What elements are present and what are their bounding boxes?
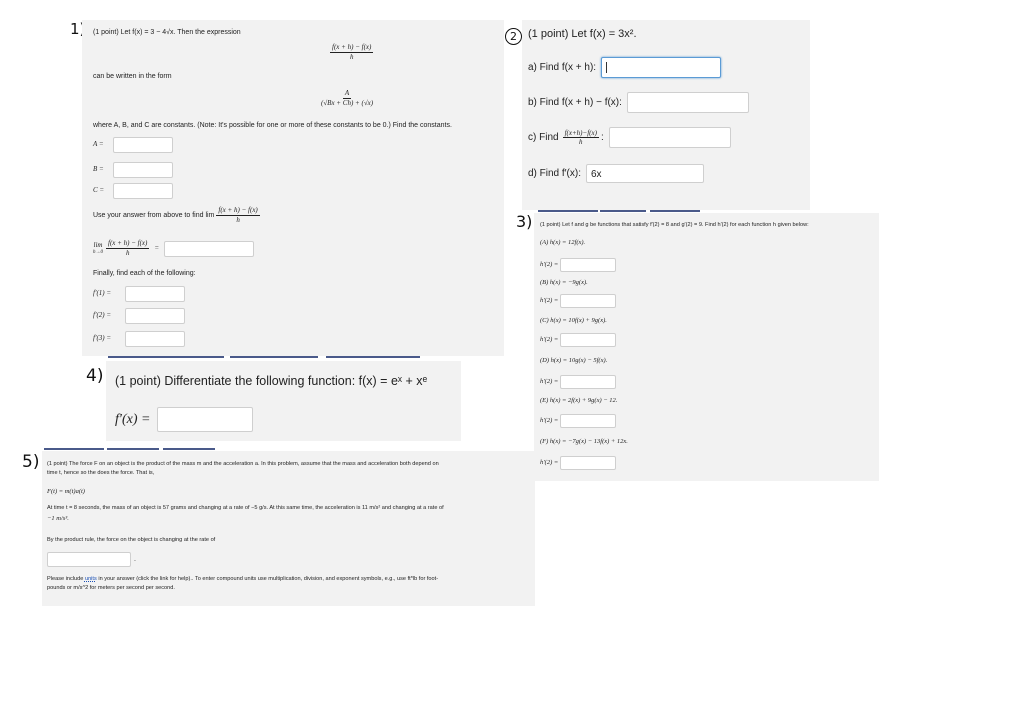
p1-f2-input[interactable] — [125, 308, 185, 324]
p1-use-answer: Use your answer from above to find lim — [93, 212, 215, 220]
p1-lim-eq: = — [154, 244, 160, 253]
p1-expression: f(x + h) − f(x) h — [330, 43, 374, 62]
p1-intro: (1 point) Let f(x) = 3 − 4√x. Then the e… — [93, 29, 241, 36]
p4-ans-input[interactable] — [157, 407, 254, 432]
p1-expr-den: h — [349, 53, 354, 62]
p1-f3-label: f′(3) = — [93, 334, 112, 343]
p3-ans-f-input[interactable] — [560, 456, 616, 470]
p1-tab-1[interactable] — [108, 356, 224, 358]
p1-use-frac: f(x + h) − f(x) h — [216, 206, 260, 225]
p3-ans-c-label: h′(2) = — [540, 335, 559, 343]
p2-c-colon: : — [600, 132, 604, 143]
p1-use-num: f(x + h) − f(x) — [216, 206, 260, 217]
p3-ans-b-label: h′(2) = — [540, 296, 559, 304]
p2-intro: (1 point) Let f(x) = 3x². — [528, 28, 637, 40]
p2-c-num: f(x+h)−f(x) — [562, 129, 599, 138]
p2-c-label: c) Find — [528, 132, 559, 143]
p3-tab-2[interactable] — [600, 210, 646, 212]
p1-form-den: (√Bx + Ch) + (√x) — [321, 99, 374, 108]
units-help-link[interactable]: units — [85, 576, 97, 582]
p1-lim-sub: h→0 — [93, 249, 103, 255]
p5-line5: By the product rule, the force on the ob… — [47, 537, 216, 543]
p5-line4: −1 m/s³. — [47, 515, 69, 522]
p2-a-label: a) Find f(x + h): — [528, 62, 597, 73]
p1-c-input[interactable] — [113, 183, 173, 199]
p1-f1-label: f′(1) = — [93, 289, 112, 298]
p1-b-input[interactable] — [113, 162, 173, 178]
problem-4-panel: (1 point) Differentiate the following fu… — [106, 361, 461, 441]
p5-rate-input[interactable] — [47, 552, 131, 567]
problem-2-panel: (1 point) Let f(x) = 3x². a) Find f(x + … — [522, 20, 810, 210]
p4-intro: (1 point) Differentiate the following fu… — [115, 374, 428, 388]
p3-ans-e-label: h′(2) = — [540, 416, 559, 424]
p3-item-d: (D) h(x) = 10g(x) − 5f(x). — [540, 357, 608, 364]
p5-line1: (1 point) The force F on an object is th… — [47, 461, 439, 467]
p1-tab-2[interactable] — [230, 356, 318, 358]
p3-tab-3[interactable] — [650, 210, 700, 212]
problem-4-mark: 4) — [86, 366, 104, 386]
p3-ans-f-label: h′(2) = — [540, 458, 559, 466]
p3-ans-d-label: h′(2) = — [540, 377, 559, 385]
p2-a-input[interactable] — [601, 57, 722, 78]
p5-units-line: Please include units in your answer (cli… — [47, 576, 438, 582]
p1-f3-input[interactable] — [125, 331, 185, 347]
p2-d-input[interactable]: 6x — [586, 164, 704, 183]
p3-ans-d-input[interactable] — [560, 375, 616, 389]
p3-item-b: (B) h(x) = −9g(x). — [540, 279, 588, 286]
p3-intro: (1 point) Let f and g be functions that … — [540, 222, 809, 228]
p1-can-be: can be written in the form — [93, 73, 172, 80]
p2-c-den: h — [579, 138, 583, 146]
p5-tab-1[interactable] — [44, 448, 104, 450]
p5-line2: time t, hence so the does the force. Tha… — [47, 470, 155, 476]
p3-ans-a-input[interactable] — [560, 258, 616, 272]
p1-form: A (√Bx + Ch) + (√x) — [319, 89, 375, 108]
p1-lim-label: lim — [93, 240, 103, 249]
problem-5-panel: (1 point) The force F on an object is th… — [42, 451, 535, 606]
p1-f2-label: f′(2) = — [93, 311, 112, 320]
p3-item-e: (E) h(x) = 2f(x) + 9g(x) − 12. — [540, 397, 618, 404]
p3-ans-b-input[interactable] — [560, 294, 616, 308]
p5-tab-3[interactable] — [163, 448, 215, 450]
problem-3-mark: 3) — [516, 212, 533, 231]
problem-1-panel: (1 point) Let f(x) = 3 − 4√x. Then the e… — [82, 20, 504, 356]
p1-lim-den: h — [125, 249, 130, 258]
p5-line3: At time t = 8 seconds, the mass of an ob… — [47, 505, 444, 511]
p1-expr-num: f(x + h) − f(x) — [330, 43, 374, 54]
p1-c-label: C = — [93, 186, 105, 195]
p5-tab-2[interactable] — [107, 448, 159, 450]
p3-ans-c-input[interactable] — [560, 333, 616, 347]
problem-3-panel: (1 point) Let f and g be functions that … — [534, 213, 879, 481]
problem-2-mark: 2 — [505, 28, 522, 45]
text-cursor-icon — [606, 62, 608, 73]
p1-tab-3[interactable] — [326, 356, 420, 358]
p3-ans-e-input[interactable] — [560, 414, 616, 428]
p5-formula: F(t) = m(t)a(t) — [47, 488, 85, 495]
p1-a-label: A = — [93, 140, 104, 149]
p3-tab-1[interactable] — [538, 210, 598, 212]
p1-form-num: A — [342, 89, 352, 100]
p3-ans-a-label: h′(2) = — [540, 260, 559, 268]
p1-where: where A, B, and C are constants. (Note: … — [93, 122, 452, 129]
problem-5-mark: 5) — [22, 452, 40, 472]
p5-units-post: in your answer (click the link for help)… — [96, 576, 439, 582]
p4-ans-label: f′(x) = — [115, 411, 151, 427]
p1-a-input[interactable] — [113, 137, 173, 153]
p2-d-label: d) Find f′(x): — [528, 168, 581, 179]
p1-f1-input[interactable] — [125, 286, 185, 302]
p5-line7: pounds or m/s^2 for meters per second pe… — [47, 585, 175, 591]
p1-b-label: B = — [93, 165, 104, 174]
p1-finally: Finally, find each of the following: — [93, 270, 196, 277]
p1-lim-num: f(x + h) − f(x) — [106, 239, 150, 250]
p2-c-input[interactable] — [608, 127, 731, 148]
p2-b-input[interactable] — [626, 92, 749, 113]
p3-item-a: (A) h(x) = 12f(x). — [540, 239, 586, 246]
p2-b-label: b) Find f(x + h) − f(x): — [528, 97, 622, 108]
p3-item-c: (C) h(x) = 10f(x) + 9g(x). — [540, 317, 607, 324]
p3-item-f: (F) h(x) = −7g(x) − 13f(x) + 12x. — [540, 438, 628, 445]
p1-use-den: h — [236, 216, 240, 225]
p5-units-pre: Please include — [47, 576, 85, 582]
p1-limit-input[interactable] — [164, 240, 255, 257]
